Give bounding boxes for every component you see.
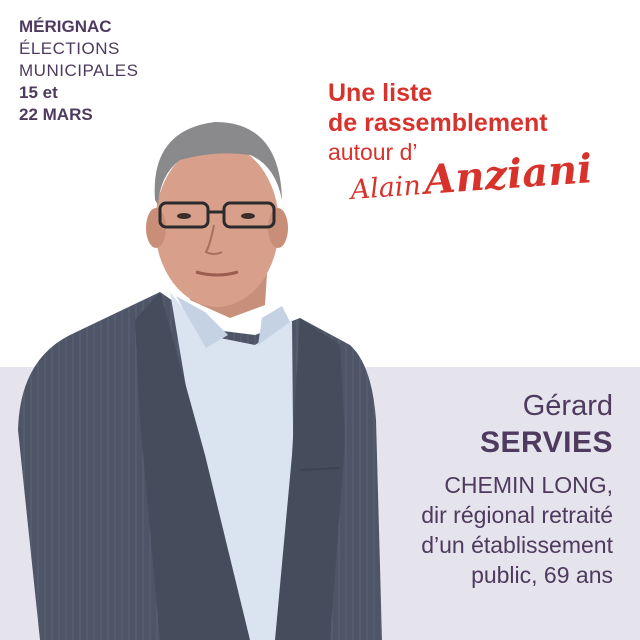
candidate-first-name: Gérard [522,390,613,422]
candidate-desc-line-3: d’un établissement [421,532,613,558]
candidate-info: Gérard SERVIES CHEMIN LONG, dir régional… [363,388,613,590]
candidate-description: CHEMIN LONG, dir régional retraité d’un … [363,470,613,590]
candidate-last-name: SERVIES [479,426,613,459]
campaign-card: MÉRIGNAC ÉLECTIONS MUNICIPALES 15 et 22 … [0,0,640,640]
candidate-desc-line-4: public, 69 ans [471,562,613,588]
candidate-desc-line-2: dir régional retraité [421,502,613,528]
candidate-desc-line-1: CHEMIN LONG, [444,472,613,498]
